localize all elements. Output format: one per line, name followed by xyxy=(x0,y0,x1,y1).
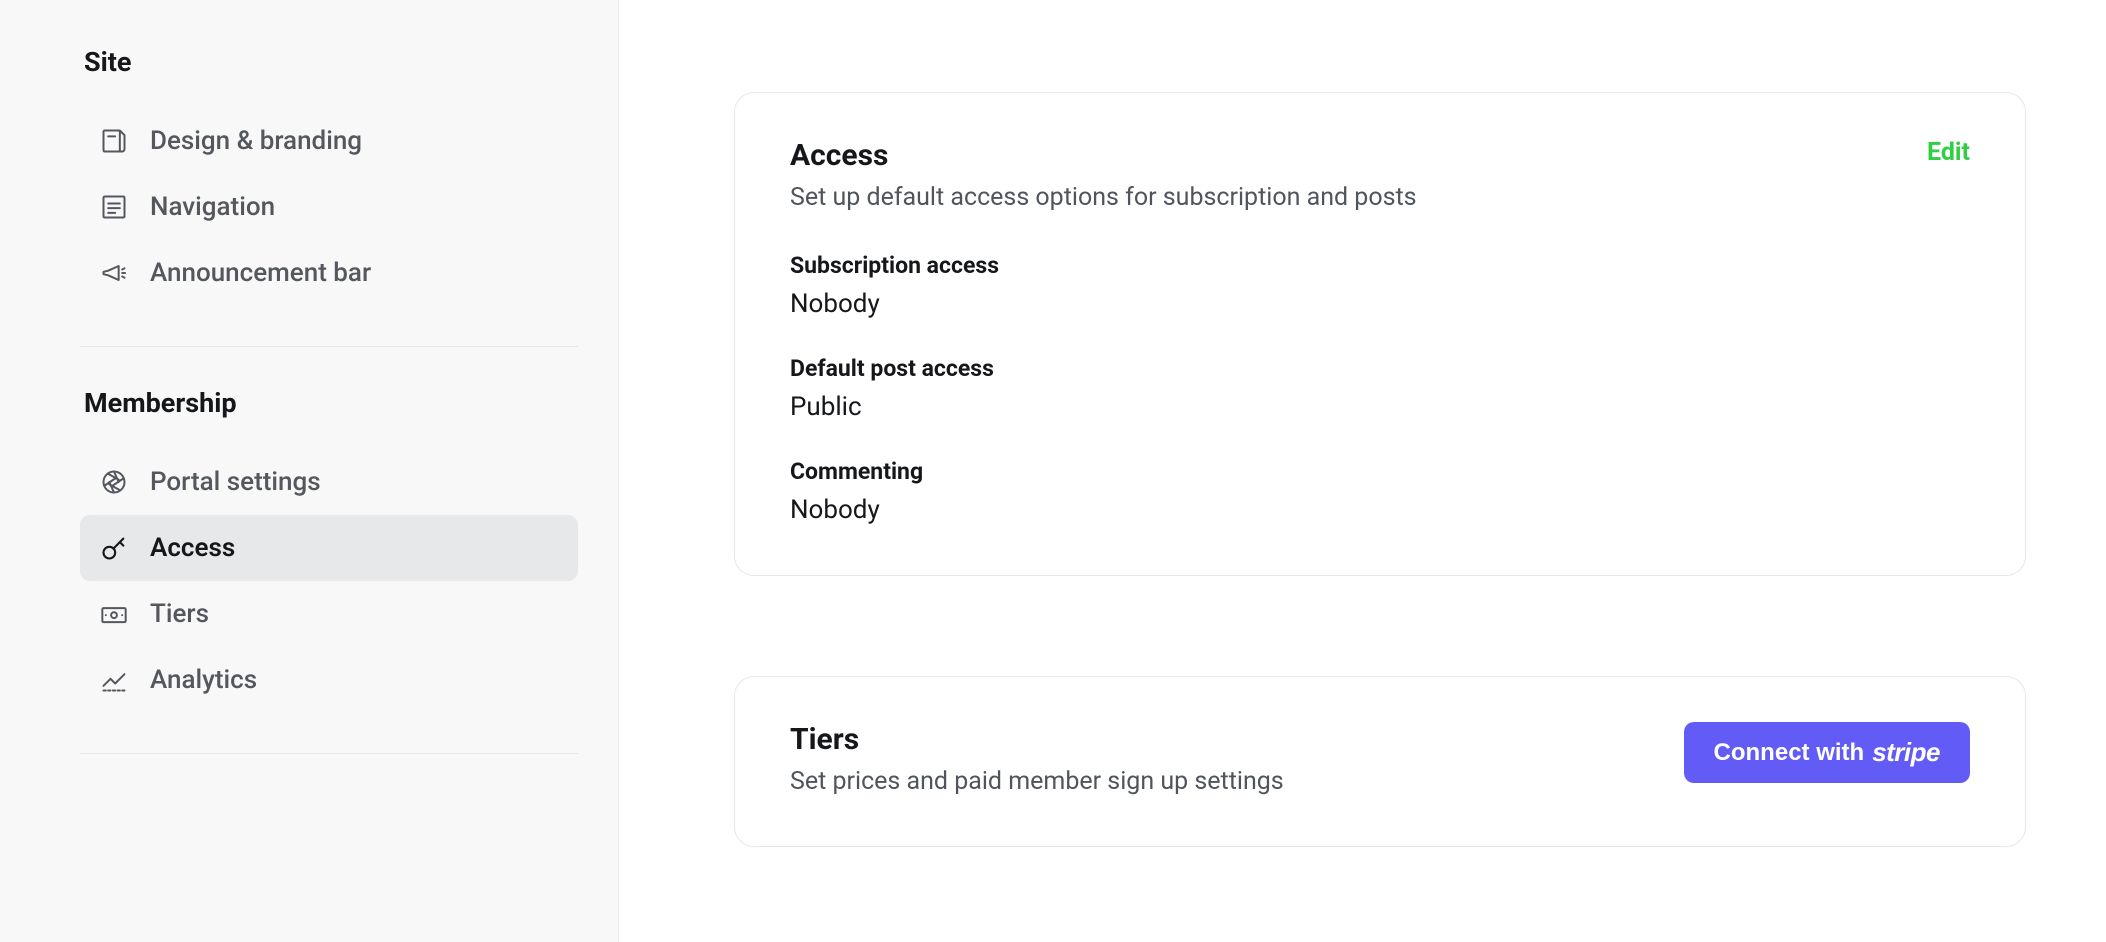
card-subtitle: Set prices and paid member sign up setti… xyxy=(790,767,1284,796)
card-header-right: Edit xyxy=(1927,138,1970,167)
edit-button[interactable]: Edit xyxy=(1927,138,1970,167)
field-subscription-access: Subscription access Nobody xyxy=(790,252,1970,319)
sidebar-item-navigation[interactable]: Navigation xyxy=(80,174,578,240)
main-content: Access Set up default access options for… xyxy=(619,0,2106,942)
access-card: Access Set up default access options for… xyxy=(734,92,2026,576)
sidebar-item-label: Portal settings xyxy=(150,467,321,497)
sidebar: Site Design & branding Naviga xyxy=(0,0,619,942)
sidebar-item-label: Navigation xyxy=(150,192,275,222)
field-value: Nobody xyxy=(790,495,1970,525)
money-icon xyxy=(100,600,128,628)
sidebar-item-analytics[interactable]: Analytics xyxy=(80,647,578,713)
field-value: Nobody xyxy=(790,289,1970,319)
sidebar-item-tiers[interactable]: Tiers xyxy=(80,581,578,647)
sidebar-item-portal-settings[interactable]: Portal settings xyxy=(80,449,578,515)
field-label: Subscription access xyxy=(790,252,1970,279)
card-header-left: Tiers Set prices and paid member sign up… xyxy=(790,722,1284,836)
sidebar-item-access[interactable]: Access xyxy=(80,515,578,581)
divider xyxy=(80,346,578,347)
sidebar-item-label: Announcement bar xyxy=(150,258,371,288)
sidebar-item-announcement-bar[interactable]: Announcement bar xyxy=(80,240,578,306)
card-title: Access xyxy=(790,138,1417,173)
megaphone-icon xyxy=(100,259,128,287)
design-icon xyxy=(100,127,128,155)
sidebar-item-label: Design & branding xyxy=(150,126,362,156)
card-header: Access Set up default access options for… xyxy=(790,138,1970,252)
stripe-logo: stripe xyxy=(1872,737,1940,768)
card-subtitle: Set up default access options for subscr… xyxy=(790,183,1417,212)
nav-list-membership: Portal settings Access Tier xyxy=(80,449,578,713)
nav-list-site: Design & branding Navigation xyxy=(80,108,578,306)
section-heading-site: Site xyxy=(80,46,578,78)
key-icon xyxy=(100,534,128,562)
sidebar-item-label: Access xyxy=(150,533,235,563)
field-commenting: Commenting Nobody xyxy=(790,458,1970,525)
card-header: Tiers Set prices and paid member sign up… xyxy=(790,722,1970,836)
sidebar-item-label: Tiers xyxy=(150,599,209,629)
aperture-icon xyxy=(100,468,128,496)
connect-prefix: Connect with xyxy=(1714,739,1865,767)
tiers-card: Tiers Set prices and paid member sign up… xyxy=(734,676,2026,847)
card-header-right: Connect with stripe xyxy=(1684,722,1970,783)
sidebar-item-design-branding[interactable]: Design & branding xyxy=(80,108,578,174)
field-label: Default post access xyxy=(790,355,1970,382)
field-value: Public xyxy=(790,392,1970,422)
connect-stripe-button[interactable]: Connect with stripe xyxy=(1684,722,1970,783)
chart-icon xyxy=(100,666,128,694)
divider xyxy=(80,753,578,754)
sidebar-item-label: Analytics xyxy=(150,665,257,695)
list-icon xyxy=(100,193,128,221)
card-header-left: Access Set up default access options for… xyxy=(790,138,1417,252)
field-label: Commenting xyxy=(790,458,1970,485)
section-heading-membership: Membership xyxy=(80,387,578,419)
card-title: Tiers xyxy=(790,722,1284,757)
field-default-post-access: Default post access Public xyxy=(790,355,1970,422)
